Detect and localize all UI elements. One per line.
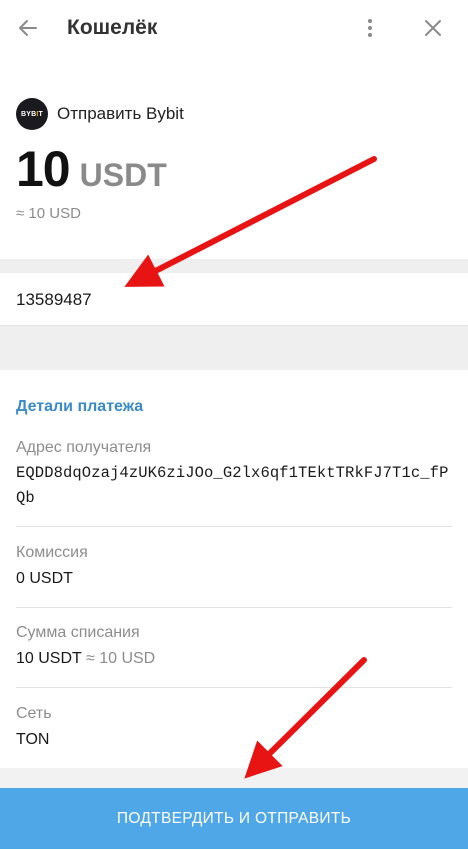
network-label: Сеть (16, 705, 52, 722)
fee-value: 0 USDT (16, 570, 73, 587)
app-header: Кошелёк (0, 0, 468, 58)
total-row: Сумма списания 10 USDT ≈ 10 USD (16, 624, 452, 668)
close-button[interactable] (415, 10, 451, 46)
page-title: Кошелёк (67, 16, 158, 39)
confirm-send-label: ПОДТВЕРДИТЬ И ОТПРАВИТЬ (116, 809, 352, 827)
total-label: Сумма списания (16, 624, 140, 641)
bottom-spacer (0, 768, 468, 788)
row-separator (16, 687, 452, 688)
section-divider (0, 259, 468, 273)
amount-display: 10 USDT (16, 140, 167, 198)
recipient-address-row[interactable]: Адрес получателя EQDD8dqOzaj4zUK6ziJOo_G… (16, 439, 452, 511)
total-value: 10 USDT (16, 650, 82, 667)
more-options-button[interactable] (352, 10, 388, 46)
amount-fiat-approx: ≈ 10 USD (16, 205, 81, 222)
fee-label: Комиссия (16, 544, 88, 561)
row-separator (16, 526, 452, 527)
bybit-logo-icon: BYB I T (16, 98, 48, 130)
arrow-left-icon (19, 20, 37, 36)
payment-details-title: Детали платежа (16, 398, 144, 415)
section-divider (0, 326, 468, 370)
total-approx: ≈ 10 USD (85, 650, 156, 667)
comment-value: 13589487 (16, 290, 92, 309)
total-value-line: 10 USDT ≈ 10 USD (16, 650, 452, 668)
close-icon (425, 20, 441, 36)
row-separator (16, 607, 452, 608)
network-row: Сеть TON (16, 705, 452, 749)
confirm-send-button[interactable]: ПОДТВЕРДИТЬ И ОТПРАВИТЬ (0, 788, 468, 849)
recipient-address-value: EQDD8dqOzaj4zUK6ziJOo_G2lx6qf1TEktTRkFJ7… (16, 464, 449, 507)
comment-input[interactable]: 13589487 (0, 273, 468, 326)
network-value: TON (16, 731, 50, 748)
recipient-address-label: Адрес получателя (16, 439, 152, 456)
amount-value: 10 (16, 141, 71, 197)
send-token-row: BYB I T Отправить Bybit (16, 98, 184, 130)
send-label: Отправить Bybit (57, 104, 184, 123)
fee-row: Комиссия 0 USDT (16, 544, 452, 588)
back-button[interactable] (10, 10, 46, 46)
amount-currency: USDT (79, 157, 167, 193)
more-vertical-icon (368, 19, 372, 37)
